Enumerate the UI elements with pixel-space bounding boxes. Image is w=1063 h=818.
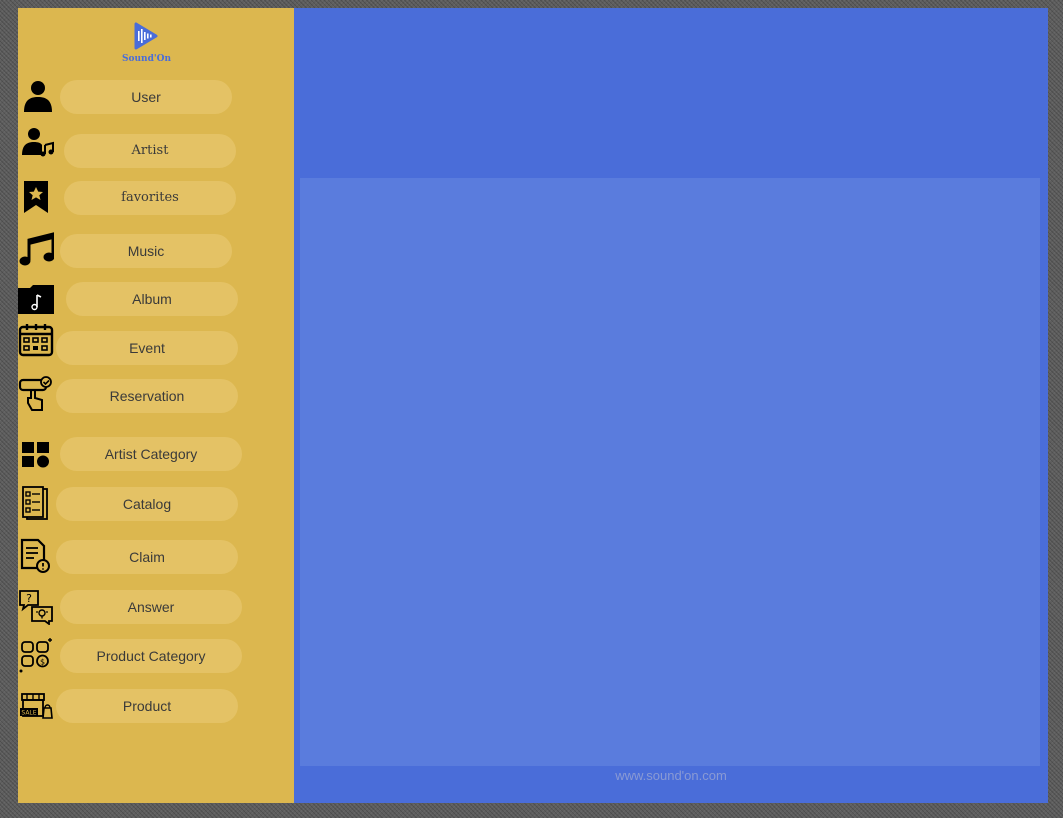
music-note-icon: [19, 232, 54, 266]
sidebar-item-product[interactable]: Product: [56, 689, 238, 723]
sidebar-item-claim[interactable]: Claim: [56, 540, 238, 574]
sidebar-item-reservation[interactable]: Reservation: [56, 379, 238, 413]
play-soundwave-icon: [134, 22, 158, 50]
reservation-touch-icon: [18, 376, 52, 411]
product-category-icon: $: [19, 638, 52, 673]
sidebar-item-catalog[interactable]: Catalog: [56, 487, 238, 521]
content-panel: [300, 178, 1040, 766]
category-grid-icon: [22, 442, 49, 468]
logo[interactable]: Sound'On: [122, 22, 172, 64]
question-answer-icon: ?: [19, 590, 53, 625]
footer-url[interactable]: www.sound'on.com: [294, 768, 1048, 783]
sidebar-item-answer[interactable]: Answer: [60, 590, 242, 624]
catalog-icon: [22, 486, 48, 520]
app-window: Sound'On User Artist favorites Music Alb…: [18, 8, 1048, 803]
brand-name: Sound'On: [122, 54, 172, 64]
sidebar-item-event[interactable]: Event: [56, 331, 238, 365]
shop-product-icon: SALE: [20, 693, 53, 719]
sidebar-item-artist-category[interactable]: Artist Category: [60, 437, 242, 471]
svg-text:?: ?: [26, 592, 32, 605]
sidebar-item-user[interactable]: User: [60, 80, 232, 114]
sidebar-item-product-category[interactable]: Product Category: [60, 639, 242, 673]
sidebar-item-artist[interactable]: Artist: [64, 134, 236, 168]
claim-document-icon: [20, 538, 50, 573]
main-content: www.sound'on.com: [294, 8, 1048, 803]
album-folder-icon: [18, 285, 54, 314]
svg-text:SALE: SALE: [21, 710, 36, 717]
sidebar-item-album[interactable]: Album: [66, 282, 238, 316]
svg-text:$: $: [40, 658, 45, 667]
artist-icon: [22, 128, 54, 157]
sidebar-item-favorites[interactable]: favorites: [64, 181, 236, 215]
calendar-icon: [18, 324, 54, 357]
user-icon: [24, 81, 52, 112]
sidebar-item-music[interactable]: Music: [60, 234, 232, 268]
sidebar: Sound'On User Artist favorites Music Alb…: [18, 8, 294, 803]
bookmark-star-icon: [24, 181, 48, 213]
